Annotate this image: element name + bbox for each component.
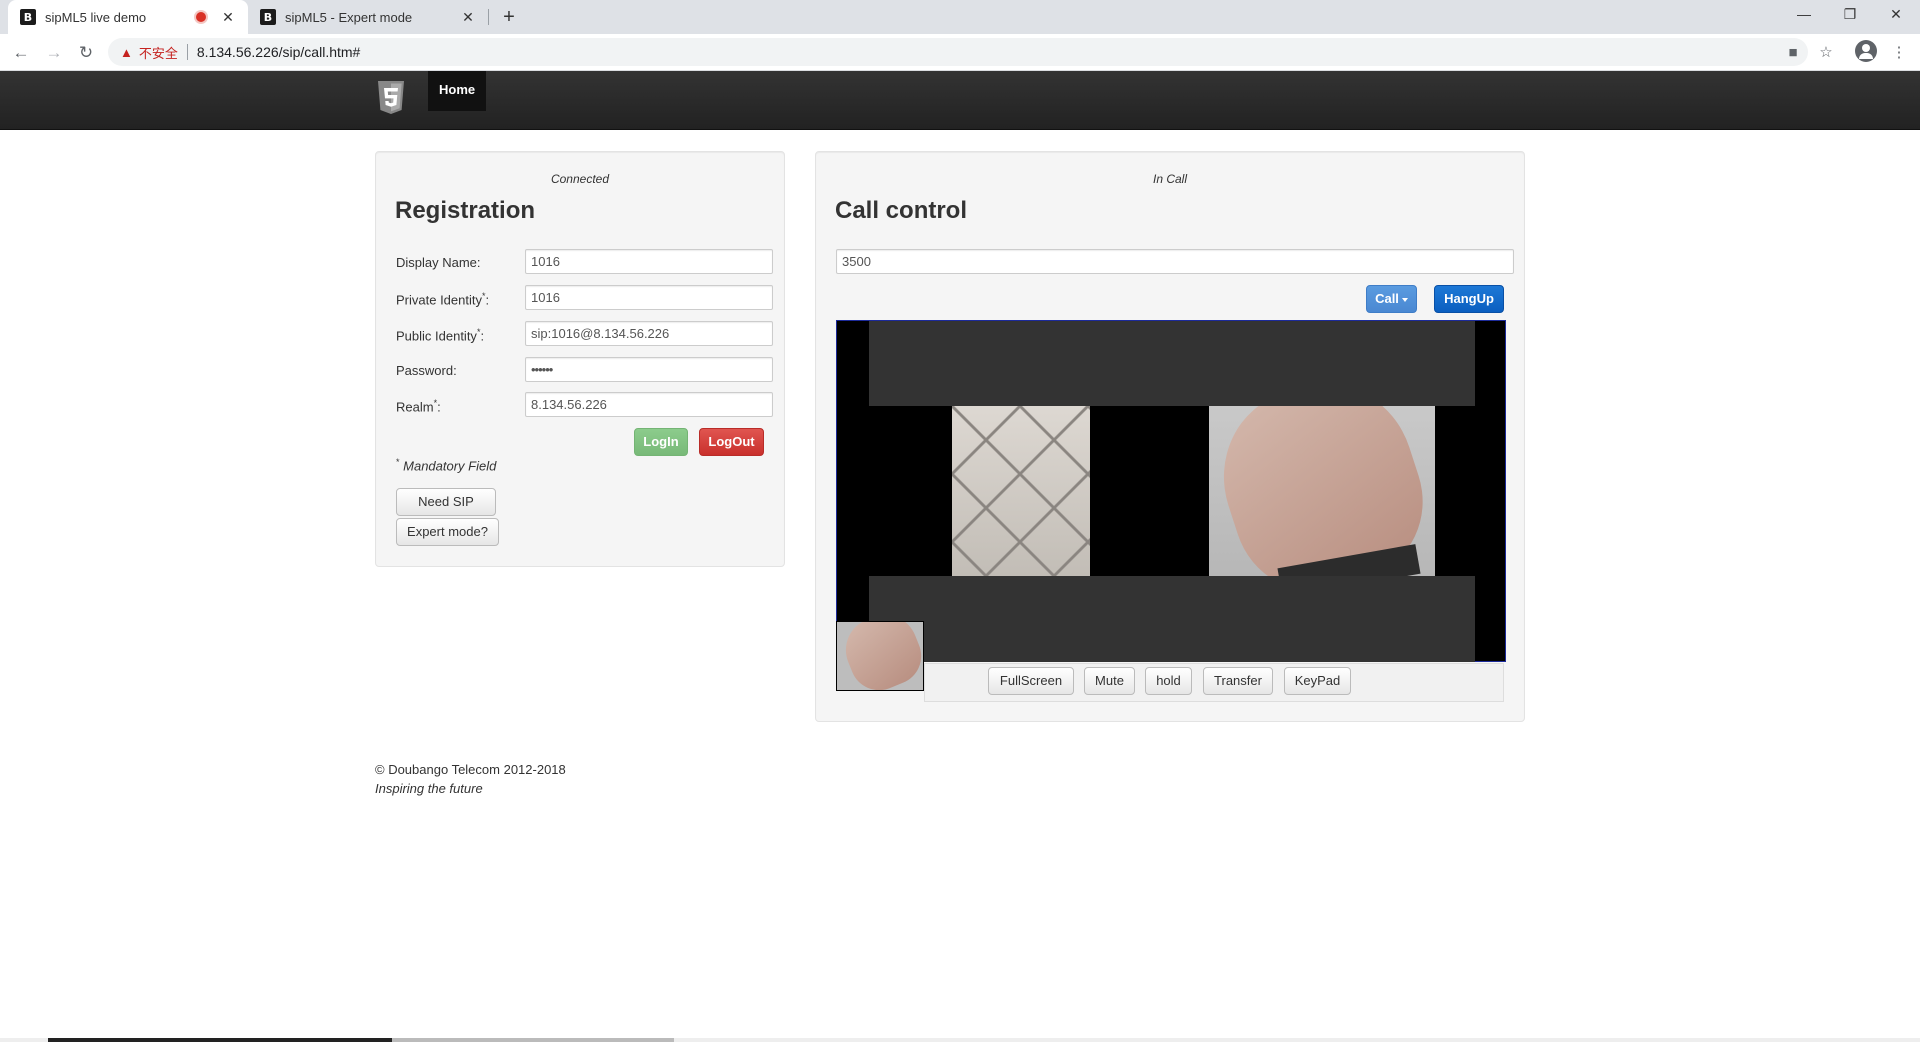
warning-icon: ▲	[120, 44, 133, 60]
tab-sipml5-expert-mode[interactable]: B sipML5 - Expert mode ✕	[248, 0, 488, 34]
realm-label-text: Realm	[396, 399, 434, 415]
private-identity-label-text: Private Identity	[396, 292, 482, 308]
close-tab-icon[interactable]: ✕	[460, 9, 476, 26]
back-icon[interactable]: ←	[7, 39, 35, 67]
registration-status: Connected	[550, 172, 610, 186]
mute-button[interactable]: Mute	[1084, 667, 1135, 695]
video-letterbox-bottom	[869, 576, 1475, 662]
logout-button[interactable]: LogOut	[699, 428, 764, 456]
call-status: In Call	[1152, 172, 1187, 186]
minimize-icon[interactable]: —	[1781, 0, 1827, 30]
label-colon: :	[437, 399, 441, 415]
tab-separator	[488, 9, 489, 25]
site-navbar: Home	[0, 71, 1920, 130]
new-tab-icon[interactable]: +	[496, 4, 522, 30]
fullscreen-button[interactable]: FullScreen	[988, 667, 1074, 695]
url-text: 8.134.56.226/sip/call.htm#	[196, 44, 361, 60]
video-tile-hand	[1209, 406, 1435, 576]
login-button[interactable]: LogIn	[634, 428, 688, 456]
call-dropdown-button[interactable]: Call	[1366, 285, 1417, 313]
private-identity-label: Private Identity*:	[396, 291, 489, 307]
close-window-icon[interactable]: ✕	[1873, 0, 1919, 30]
camera-icon[interactable]: ■	[1782, 42, 1804, 64]
footer-copyright: © Doubango Telecom 2012-2018	[375, 762, 566, 777]
mandatory-field-note: * Mandatory Field	[396, 457, 496, 473]
public-identity-label-text: Public Identity	[396, 328, 477, 344]
tab-title: sipML5 live demo	[45, 9, 147, 25]
call-control-title: Call control	[835, 197, 968, 224]
call-button-label: Call	[1375, 291, 1399, 306]
nav-home-link[interactable]: Home	[428, 71, 487, 111]
bootstrap-favicon-icon: B	[20, 9, 36, 25]
forward-icon[interactable]: →	[40, 39, 68, 67]
display-name-field[interactable]	[525, 249, 773, 274]
password-label: Password:	[396, 363, 457, 378]
label-colon: :	[480, 328, 485, 344]
expert-mode-button[interactable]: Expert mode?	[396, 518, 499, 546]
bookmark-star-icon[interactable]: ☆	[1815, 42, 1837, 64]
local-video-preview[interactable]	[836, 621, 924, 691]
registration-title: Registration	[395, 197, 536, 224]
local-hand-shape	[837, 622, 923, 690]
scrollbar-track-segment	[392, 1038, 674, 1042]
required-mark: *	[396, 457, 400, 467]
tab-title: sipML5 - Expert mode	[285, 9, 413, 25]
recording-indicator-icon	[196, 12, 206, 22]
omnibox-divider	[186, 44, 188, 60]
transfer-button[interactable]: Transfer	[1203, 667, 1273, 695]
password-field[interactable]	[525, 357, 773, 382]
label-colon: :	[485, 292, 490, 308]
realm-label: Realm*:	[396, 398, 441, 414]
hold-button[interactable]: hold	[1145, 667, 1192, 695]
dial-number-field[interactable]	[836, 249, 1514, 274]
dropdown-caret-icon	[1401, 297, 1408, 302]
scrollbar-thumb[interactable]	[48, 1038, 392, 1042]
insecure-label: 不安全	[138, 45, 178, 61]
keypad-button[interactable]: KeyPad	[1284, 667, 1351, 695]
public-identity-field[interactable]	[525, 321, 773, 346]
tab-sipml5-live-demo[interactable]: B sipML5 live demo ✕	[8, 0, 248, 34]
footer-tagline: Inspiring the future	[375, 781, 483, 796]
address-bar[interactable]: ▲ 不安全 8.134.56.226/sip/call.htm#	[108, 38, 1808, 66]
menu-dots-icon[interactable]: ⋮	[1888, 42, 1910, 64]
public-identity-label: Public Identity*:	[396, 327, 484, 343]
profile-avatar-icon[interactable]	[1855, 40, 1877, 62]
browser-tabstrip: B sipML5 live demo ✕ B sipML5 - Expert m…	[0, 0, 1920, 34]
need-sip-account-button[interactable]: Need SIP account?	[396, 488, 496, 535]
hangup-button[interactable]: HangUp	[1434, 285, 1504, 313]
horizontal-scrollbar[interactable]	[0, 1038, 1920, 1042]
video-letterbox-top	[869, 321, 1475, 406]
bootstrap-favicon-icon: B	[260, 9, 276, 25]
remote-video[interactable]	[836, 320, 1506, 662]
video-tile-ceiling	[952, 406, 1090, 576]
close-tab-icon[interactable]: ✕	[220, 9, 236, 26]
realm-field[interactable]	[525, 392, 773, 417]
browser-toolbar: ← → ↻ ▲ 不安全 8.134.56.226/sip/call.htm# ■…	[0, 34, 1920, 71]
html5-logo-icon[interactable]	[376, 80, 406, 116]
private-identity-field[interactable]	[525, 285, 773, 310]
display-name-label: Display Name:	[396, 255, 481, 270]
reload-icon[interactable]: ↻	[72, 39, 100, 67]
restore-icon[interactable]: ❐	[1827, 0, 1873, 30]
mandatory-note-text: Mandatory Field	[403, 458, 497, 474]
